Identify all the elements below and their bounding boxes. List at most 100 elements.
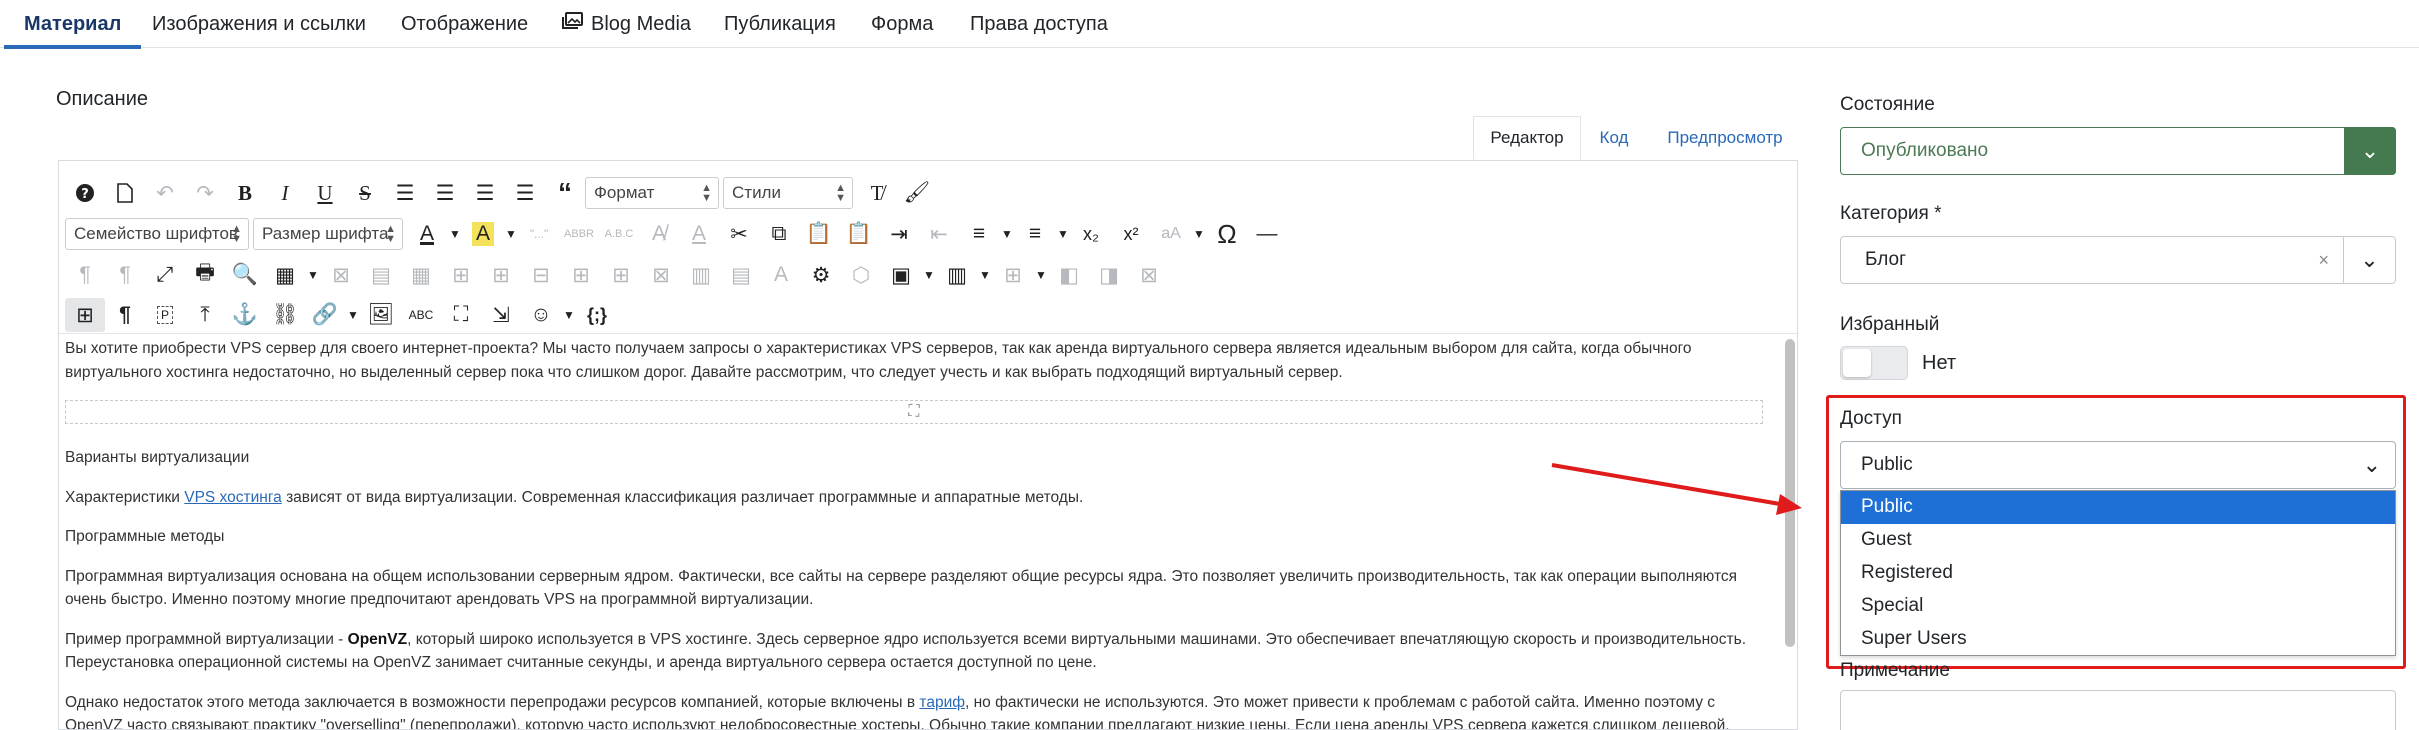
template-icon[interactable]: ▣: [881, 258, 921, 292]
fullscreen-icon[interactable]: ⤢: [145, 258, 185, 292]
print-icon[interactable]: 🖶: [185, 258, 225, 292]
text-color-icon[interactable]: A: [407, 217, 447, 251]
cube-icon[interactable]: ⬡: [841, 258, 881, 292]
show-blocks-icon[interactable]: P: [145, 298, 185, 332]
upload-icon[interactable]: ⤒: [185, 298, 225, 332]
split-cells-icon[interactable]: ▥: [681, 258, 721, 292]
tab-preview[interactable]: Предпросмотр: [1655, 116, 1795, 160]
vps-hosting-link[interactable]: VPS хостинга: [184, 489, 282, 506]
featured-toggle[interactable]: [1840, 346, 1908, 380]
tab-code[interactable]: Код: [1581, 116, 1647, 160]
outdent-icon[interactable]: ⇤: [919, 217, 959, 251]
anchor-icon[interactable]: ⚓: [225, 298, 265, 332]
underline-icon[interactable]: U: [305, 176, 345, 210]
state-select[interactable]: Опубликовано ⌄: [1840, 127, 2396, 175]
caret-down-icon[interactable]: ▼: [1055, 227, 1071, 241]
access-option-guest[interactable]: Guest: [1841, 524, 2395, 557]
superscript-icon[interactable]: x²: [1111, 217, 1151, 251]
tab-material[interactable]: Материал: [3, 0, 142, 49]
omega-icon[interactable]: Ω: [1207, 217, 1247, 251]
link-icon[interactable]: 🔗: [305, 298, 345, 332]
table-cell-props-icon[interactable]: ▦: [401, 258, 441, 292]
editor-content[interactable]: Вы хотите приобрести VPS сервер для свое…: [65, 337, 1777, 729]
caret-down-icon[interactable]: ▼: [977, 268, 993, 282]
caret-down-icon[interactable]: ▼: [1191, 227, 1207, 241]
access-option-registered[interactable]: Registered: [1841, 557, 2395, 590]
caret-down-icon[interactable]: ▼: [305, 268, 321, 282]
caret-down-icon[interactable]: ▼: [447, 227, 463, 241]
caret-down-icon[interactable]: ▼: [561, 308, 577, 322]
strike-a-icon[interactable]: A̸: [639, 217, 679, 251]
new-document-icon[interactable]: [105, 176, 145, 210]
spellcheck-icon[interactable]: ABC: [401, 298, 441, 332]
delete-row-icon[interactable]: ⊟: [521, 258, 561, 292]
unlink-icon[interactable]: ⛓: [265, 298, 305, 332]
table-delete-icon[interactable]: ⊠: [321, 258, 361, 292]
merge-cells-icon[interactable]: ▤: [721, 258, 761, 292]
align-right-icon[interactable]: ☰: [505, 176, 545, 210]
layer-forward-icon[interactable]: ◧: [1049, 258, 1089, 292]
style-props-icon[interactable]: A: [761, 258, 801, 292]
category-select[interactable]: Блог × ⌄: [1840, 236, 2396, 284]
rtl-icon[interactable]: ¶: [105, 258, 145, 292]
code-braces-icon[interactable]: {;}: [577, 298, 617, 332]
copy-icon[interactable]: ⧉: [759, 217, 799, 251]
access-option-public[interactable]: Public: [1841, 491, 2395, 524]
col-before-icon[interactable]: ⊞: [561, 258, 601, 292]
absolute-position-icon[interactable]: ⊠: [1129, 258, 1169, 292]
clean-brush-icon[interactable]: 🖌: [897, 176, 937, 210]
columns-icon[interactable]: ▥: [937, 258, 977, 292]
align-justify-icon[interactable]: ☰: [385, 176, 425, 210]
note-input[interactable]: [1840, 690, 2396, 730]
caret-down-icon[interactable]: ▼: [345, 308, 361, 322]
background-color-icon[interactable]: A: [463, 217, 503, 251]
caret-down-icon[interactable]: ▼: [999, 227, 1015, 241]
image-icon[interactable]: 🖼: [361, 298, 401, 332]
underline-a-icon[interactable]: A: [679, 217, 719, 251]
quote-marks-icon[interactable]: "...": [519, 217, 559, 251]
paste-icon[interactable]: 📋: [799, 217, 839, 251]
clear-icon[interactable]: ×: [2318, 250, 2329, 271]
tab-publication[interactable]: Публикация: [724, 0, 836, 48]
visual-aid-icon[interactable]: ⊞: [65, 298, 105, 332]
styles-select[interactable]: Стили ▲ ▼: [723, 177, 853, 209]
table-icon[interactable]: ▦: [265, 258, 305, 292]
acronym-icon[interactable]: A.B.C: [599, 217, 639, 251]
access-option-special[interactable]: Special: [1841, 589, 2395, 622]
access-select[interactable]: Public ⌄: [1840, 441, 2396, 489]
text-case-icon[interactable]: aA: [1151, 217, 1191, 251]
access-option-super-users[interactable]: Super Users: [1841, 622, 2395, 655]
indent-icon[interactable]: ⇥: [879, 217, 919, 251]
paste-text-icon[interactable]: 📋: [839, 217, 879, 251]
gear-icon[interactable]: ⚙: [801, 258, 841, 292]
bullet-list-icon[interactable]: ≡: [1015, 217, 1055, 251]
bold-icon[interactable]: B: [225, 176, 265, 210]
caret-down-icon[interactable]: ▼: [503, 227, 519, 241]
align-left-icon[interactable]: ☰: [465, 176, 505, 210]
font-family-select[interactable]: Семейство шрифтов ▲ ▼: [65, 218, 249, 250]
tab-images-links[interactable]: Изображения и ссылки: [152, 0, 366, 48]
row-before-icon[interactable]: ⊞: [441, 258, 481, 292]
insert-layer-icon[interactable]: ⊞: [993, 258, 1033, 292]
tab-access-rights[interactable]: Права доступа: [970, 0, 1108, 48]
horizontal-rule-icon[interactable]: —: [1247, 217, 1287, 251]
blockquote-icon[interactable]: “: [545, 176, 585, 210]
tab-editor[interactable]: Редактор: [1473, 116, 1581, 160]
pilcrow-icon[interactable]: ¶: [105, 298, 145, 332]
strikethrough-icon[interactable]: S: [345, 176, 385, 210]
redo-icon[interactable]: ↷: [185, 176, 225, 210]
numbered-list-icon[interactable]: ≡: [959, 217, 999, 251]
page-break-icon[interactable]: ⛶: [441, 298, 481, 332]
font-size-select[interactable]: Размер шрифта ▲ ▼: [253, 218, 403, 250]
align-center-icon[interactable]: ☰: [425, 176, 465, 210]
insert-file-icon[interactable]: ⇲: [481, 298, 521, 332]
help-icon[interactable]: ?: [65, 176, 105, 210]
tab-form[interactable]: Форма: [871, 0, 933, 48]
tab-display[interactable]: Отображение: [401, 0, 528, 48]
col-after-icon[interactable]: ⊞: [601, 258, 641, 292]
caret-down-icon[interactable]: ▼: [921, 268, 937, 282]
cut-icon[interactable]: ✂: [719, 217, 759, 251]
ltr-icon[interactable]: ¶: [65, 258, 105, 292]
tariff-link[interactable]: тариф: [919, 694, 965, 711]
format-select[interactable]: Формат ▲ ▼: [585, 177, 719, 209]
